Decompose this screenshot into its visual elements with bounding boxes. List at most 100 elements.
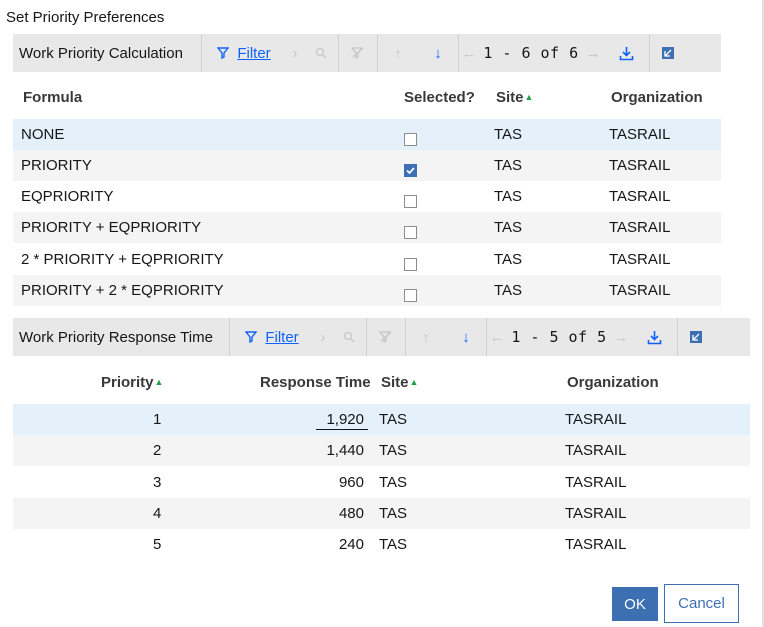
site-cell: TAS [494,157,523,174]
table2-toolbar: Work Priority Response Time Filter › ↑ ↓… [13,318,750,356]
priority-cell: 5 [153,536,162,553]
selected-checkbox[interactable] [404,258,417,271]
table-row[interactable]: PRIORITY + 2 * EQPRIORITY TAS TASRAIL [13,275,721,306]
priority-cell: 4 [153,505,162,522]
table-row[interactable]: 2 * PRIORITY + EQPRIORITY TAS TASRAIL [13,244,721,275]
previous-page-icon[interactable]: ← [459,34,479,72]
site-cell: TAS [494,251,523,268]
table-row[interactable]: 5 240 TAS TASRAIL [13,529,750,560]
column-header-formula[interactable]: Formula [23,89,82,106]
next-page-icon[interactable]: → [583,34,603,72]
arrow-down-icon[interactable]: ↓ [418,34,458,72]
sort-ascending-icon: ▲ [409,377,419,387]
table2-title: Work Priority Response Time [19,328,213,346]
column-header-organization[interactable]: Organization [567,374,659,391]
filter-label[interactable]: Filter [237,45,270,62]
column-header-site-label: Site [381,374,409,391]
formula-cell: EQPRIORITY [21,188,114,205]
formula-cell: PRIORITY + EQPRIORITY [21,219,202,236]
organization-cell: TASRAIL [609,251,671,268]
search-icon[interactable] [332,318,366,356]
organization-cell: TASRAIL [609,157,671,174]
column-header-selected[interactable]: Selected? [404,89,475,106]
sort-ascending-icon: ▲ [524,92,534,102]
table-row[interactable]: 2 1,440 TAS TASRAIL [13,435,750,466]
cancel-button[interactable]: Cancel [664,584,739,623]
organization-cell: TASRAIL [565,505,627,522]
selected-checkbox[interactable] [404,133,417,146]
site-cell: TAS [379,442,408,459]
response-time-cell: 240 [338,536,364,553]
table-row[interactable]: NONE TAS TASRAIL [13,119,721,150]
site-cell: TAS [379,536,408,553]
response-time-cell: 1,920 [326,411,364,428]
filter-button[interactable]: Filter [230,318,314,356]
filter-button[interactable]: Filter [202,34,286,72]
filter-icon [245,331,258,343]
table1-title: Work Priority Calculation [19,44,183,62]
table2-pager: 1 - 5 of 5 [511,328,607,346]
chevron-right-icon: › [292,44,298,62]
site-cell: TAS [494,188,523,205]
table-row[interactable]: 4 480 TAS TASRAIL [13,498,750,529]
filter-icon [217,47,230,59]
priority-cell: 1 [153,411,162,428]
download-icon[interactable] [631,318,677,356]
selected-checkbox[interactable] [404,289,417,302]
dialog-title: Set Priority Preferences [6,9,165,26]
organization-cell: TASRAIL [565,536,627,553]
organization-cell: TASRAIL [565,474,627,491]
ok-button[interactable]: OK [612,587,658,621]
column-header-organization[interactable]: Organization [611,89,703,106]
selected-checkbox[interactable] [404,195,417,208]
priority-cell: 2 [153,442,162,459]
site-cell: TAS [379,411,408,428]
search-icon[interactable] [304,34,338,72]
organization-cell: TASRAIL [565,442,627,459]
checkmark-icon [406,167,415,175]
table-row[interactable]: 3 960 TAS TASRAIL [13,467,750,498]
response-time-cell: 960 [338,474,364,491]
table-row[interactable]: PRIORITY + EQPRIORITY TAS TASRAIL [13,212,721,243]
site-cell: TAS [494,219,523,236]
formula-cell: PRIORITY + 2 * EQPRIORITY [21,282,224,299]
column-header-site[interactable]: Site▲ [496,89,533,106]
clear-filter-icon[interactable] [367,318,405,356]
site-cell: TAS [379,505,408,522]
filter-label[interactable]: Filter [265,329,298,346]
table1-toolbar: Work Priority Calculation Filter › ↑ ↓ ←… [13,34,721,72]
collapse-icon[interactable] [678,318,714,356]
formula-cell: 2 * PRIORITY + EQPRIORITY [21,251,224,268]
arrow-up-icon[interactable]: ↑ [378,34,418,72]
organization-cell: TASRAIL [609,282,671,299]
column-header-priority[interactable]: Priority▲ [101,374,163,391]
priority-cell: 3 [153,474,162,491]
arrow-down-icon[interactable]: ↓ [446,318,486,356]
site-cell: TAS [494,126,523,143]
organization-cell: TASRAIL [609,219,671,236]
organization-cell: TASRAIL [565,411,627,428]
table-row[interactable]: EQPRIORITY TAS TASRAIL [13,181,721,212]
table1-pager: 1 - 6 of 6 [483,44,579,62]
column-header-priority-label: Priority [101,374,154,391]
selected-checkbox[interactable] [404,164,417,177]
site-cell: TAS [494,282,523,299]
collapse-icon[interactable] [650,34,686,72]
download-icon[interactable] [603,34,649,72]
next-page-icon[interactable]: → [611,318,631,356]
chevron-right-icon: › [320,328,326,346]
formula-cell: PRIORITY [21,157,92,174]
column-header-response-time[interactable]: Response Time [260,374,371,391]
site-cell: TAS [379,474,408,491]
arrow-up-icon[interactable]: ↑ [406,318,446,356]
column-header-site[interactable]: Site▲ [381,374,418,391]
clear-filter-icon[interactable] [339,34,377,72]
sort-ascending-icon: ▲ [154,377,164,387]
previous-page-icon[interactable]: ← [487,318,507,356]
organization-cell: TASRAIL [609,126,671,143]
table-row[interactable]: 1 1,920 TAS TASRAIL [13,404,750,435]
selected-checkbox[interactable] [404,226,417,239]
table-row[interactable]: PRIORITY TAS TASRAIL [13,150,721,181]
formula-cell: NONE [21,126,65,143]
response-time-cell: 480 [338,505,364,522]
